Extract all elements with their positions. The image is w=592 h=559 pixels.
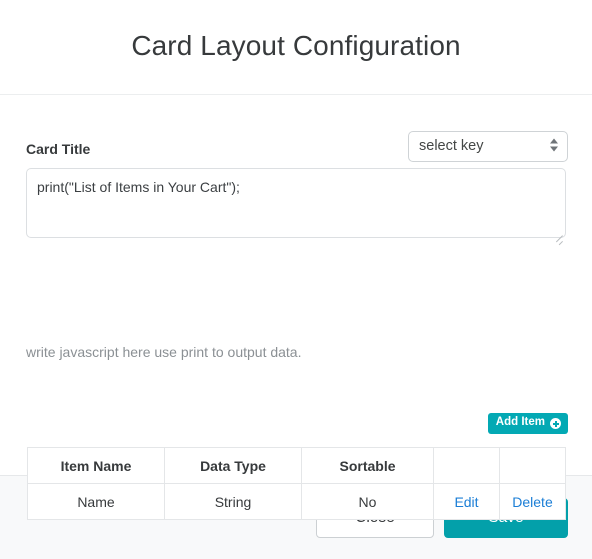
script-textarea[interactable] xyxy=(26,168,566,238)
table-header-row: Item Name Data Type Sortable xyxy=(27,447,566,484)
column-header-data-type: Data Type xyxy=(164,447,302,484)
cell-sortable: No xyxy=(301,483,434,520)
column-header-item-name: Item Name xyxy=(27,447,165,484)
add-item-button-label: Add Item xyxy=(495,416,545,429)
table-row: Name String No Edit Delete xyxy=(27,483,566,520)
card-title-field-row: Card Title select key xyxy=(26,131,568,163)
items-table-head: Item Name Data Type Sortable xyxy=(27,447,566,484)
delete-link[interactable]: Delete xyxy=(512,494,552,510)
items-table: Item Name Data Type Sortable Name String… xyxy=(27,447,566,520)
items-table-body: Name String No Edit Delete xyxy=(27,483,566,520)
add-item-button[interactable]: Add Item xyxy=(487,413,568,434)
card-layout-configuration-modal: Card Layout Configuration Card Title sel… xyxy=(0,0,592,559)
cell-edit: Edit xyxy=(433,483,500,520)
page-title: Card Layout Configuration xyxy=(131,30,461,61)
cell-delete: Delete xyxy=(499,483,566,520)
circle-plus-icon xyxy=(550,418,561,429)
card-title-label: Card Title xyxy=(26,141,91,157)
cell-data-type: String xyxy=(164,483,302,520)
modal-header: Card Layout Configuration xyxy=(0,0,592,95)
select-key-dropdown[interactable]: select key xyxy=(408,131,568,162)
column-header-delete xyxy=(499,447,566,484)
modal-body: Card Title select key write javascript h… xyxy=(0,95,592,520)
column-header-sortable: Sortable xyxy=(301,447,434,484)
column-header-edit xyxy=(433,447,500,484)
script-help-text: write javascript here use print to outpu… xyxy=(26,344,302,360)
edit-link[interactable]: Edit xyxy=(454,494,478,510)
cell-item-name: Name xyxy=(27,483,165,520)
key-select-wrapper: select key xyxy=(408,131,568,162)
